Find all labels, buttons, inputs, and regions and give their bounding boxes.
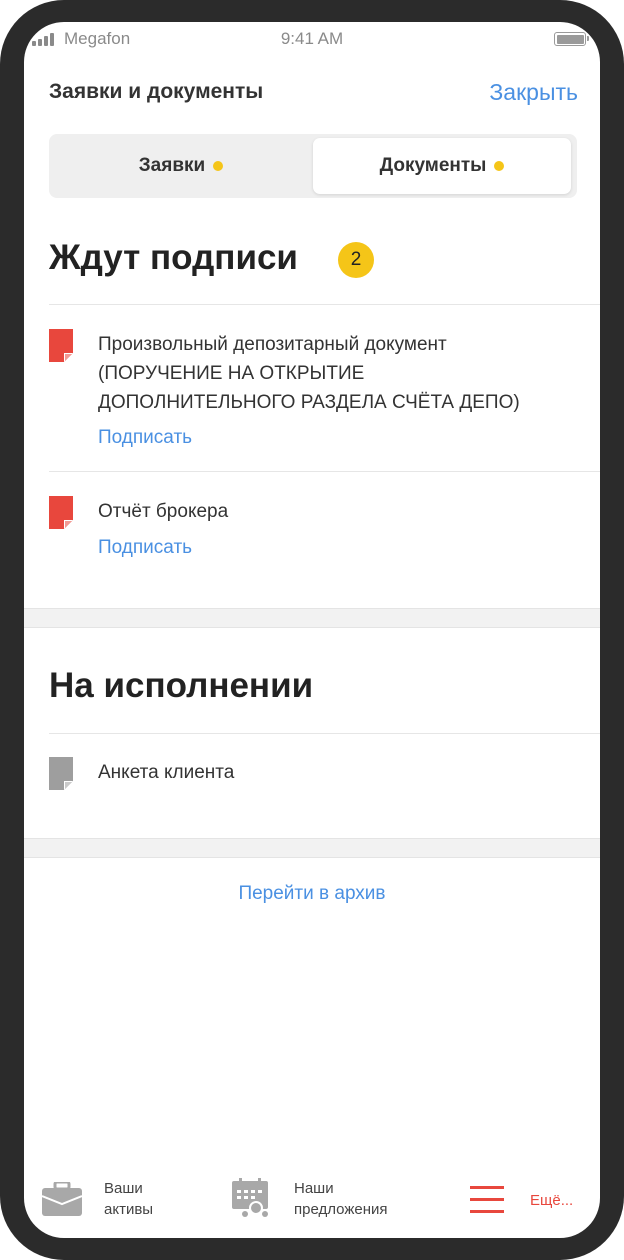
tab-assets[interactable]: Ваши активы	[40, 1178, 190, 1228]
close-button[interactable]: Закрыть	[489, 79, 578, 106]
screen: Megafon 9:41 AM Заявки и документы Закры…	[24, 22, 600, 1238]
tab-documents[interactable]: Документы	[313, 138, 571, 194]
section-separator	[24, 838, 600, 858]
calendar-offers-icon	[232, 1178, 268, 1217]
sign-button[interactable]: Подписать	[98, 427, 192, 449]
section-title-awaiting: Ждут подписи	[49, 238, 298, 277]
divider	[49, 733, 600, 734]
document-title[interactable]: Произвольный депозитарный документ (ПОРУ…	[98, 330, 578, 417]
count-badge: 2	[338, 242, 374, 278]
battery-icon	[554, 32, 589, 46]
section-title-in-progress: На исполнении	[49, 666, 314, 705]
tab-documents-label: Документы	[379, 155, 487, 176]
briefcase-icon	[42, 1182, 82, 1216]
document-title[interactable]: Анкета клиента	[98, 758, 578, 787]
tab-requests-label: Заявки	[138, 155, 206, 176]
notification-dot-icon	[213, 161, 224, 171]
segmented-tabs: Заявки Документы	[49, 134, 577, 198]
tab-requests[interactable]: Заявки	[53, 138, 309, 194]
tab-assets-label: Ваши активы	[104, 1180, 154, 1218]
document-red-icon	[49, 496, 73, 529]
document-title[interactable]: Отчёт брокера	[98, 497, 578, 526]
document-gray-icon	[49, 757, 73, 790]
divider	[49, 471, 600, 472]
page-title: Заявки и документы	[49, 80, 264, 103]
tab-offers[interactable]: Наши предложения	[232, 1178, 422, 1228]
phone-frame: Megafon 9:41 AM Заявки и документы Закры…	[0, 0, 624, 1260]
tab-offers-label: Наши предложения	[294, 1180, 388, 1218]
status-time: 9:41 AM	[280, 29, 344, 48]
document-red-icon	[49, 329, 73, 362]
status-bar: Megafon 9:41 AM	[24, 22, 600, 58]
divider	[49, 304, 600, 305]
tab-more[interactable]: Ещё...	[470, 1182, 582, 1222]
menu-icon	[470, 1186, 504, 1213]
archive-link[interactable]: Перейти в архив	[24, 883, 600, 905]
sign-button[interactable]: Подписать	[98, 537, 192, 559]
notification-dot-icon	[494, 161, 505, 171]
section-separator	[24, 608, 600, 628]
tab-more-label: Ещё...	[530, 1192, 574, 1209]
